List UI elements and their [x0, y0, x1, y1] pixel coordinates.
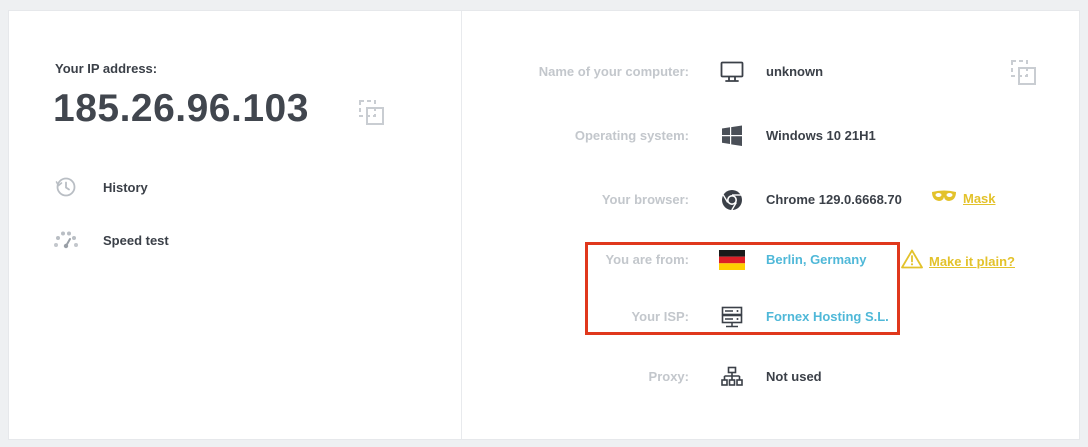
- browser-row: Your browser: Chrome 129.0.6668.70 Mask: [461, 185, 1081, 215]
- location-value[interactable]: Berlin, Germany: [766, 252, 866, 267]
- ip-address-value: 185.26.96.103: [53, 87, 309, 130]
- computer-name-row: Name of your computer: unknown: [461, 57, 1081, 87]
- copy-ip-button[interactable]: [357, 98, 387, 128]
- copy-icon: [359, 100, 384, 125]
- network-icon: [719, 365, 745, 389]
- mask-label: Mask: [963, 191, 996, 206]
- isp-row: Your ISP: Fornex Hosting S.L.: [461, 302, 1081, 332]
- chrome-icon: [719, 188, 745, 212]
- proxy-value: Not used: [766, 369, 822, 384]
- proxy-row: Proxy: Not used: [461, 362, 1081, 392]
- history-icon: [53, 175, 79, 199]
- proxy-label: Proxy:: [648, 369, 689, 384]
- location-label: You are from:: [605, 252, 689, 267]
- speed-test-label: Speed test: [103, 232, 169, 248]
- speedometer-icon: [53, 228, 79, 252]
- computer-name-label: Name of your computer:: [538, 64, 689, 79]
- os-label: Operating system:: [574, 128, 689, 143]
- isp-label: Your ISP:: [631, 309, 689, 324]
- isp-value[interactable]: Fornex Hosting S.L.: [766, 309, 889, 324]
- germany-flag-icon: [719, 248, 745, 272]
- os-value: Windows 10 21H1: [766, 128, 876, 143]
- server-icon: [719, 305, 745, 329]
- make-it-plain-label: Make it plain?: [929, 254, 1015, 269]
- speed-test-link[interactable]: Speed test: [53, 228, 169, 252]
- browser-label: Your browser:: [601, 192, 689, 207]
- computer-name-value: unknown: [766, 64, 824, 79]
- make-it-plain-link[interactable]: Make it plain?: [901, 249, 1015, 274]
- mask-icon: [931, 189, 957, 208]
- history-label: History: [103, 179, 148, 195]
- browser-value: Chrome 129.0.6668.70: [766, 192, 902, 207]
- os-row: Operating system: Windows 10 21H1: [461, 121, 1081, 151]
- history-link[interactable]: History: [53, 175, 148, 199]
- ip-address-label: Your IP address:: [55, 61, 158, 76]
- windows-icon: [719, 124, 745, 148]
- mask-link[interactable]: Mask: [931, 189, 996, 208]
- monitor-icon: [719, 60, 745, 84]
- ip-info-card: Your IP address: 185.26.96.103 History S…: [8, 10, 1080, 440]
- warning-icon: [901, 249, 923, 274]
- location-row: You are from: Berlin, Germany Make it pl…: [461, 245, 1081, 275]
